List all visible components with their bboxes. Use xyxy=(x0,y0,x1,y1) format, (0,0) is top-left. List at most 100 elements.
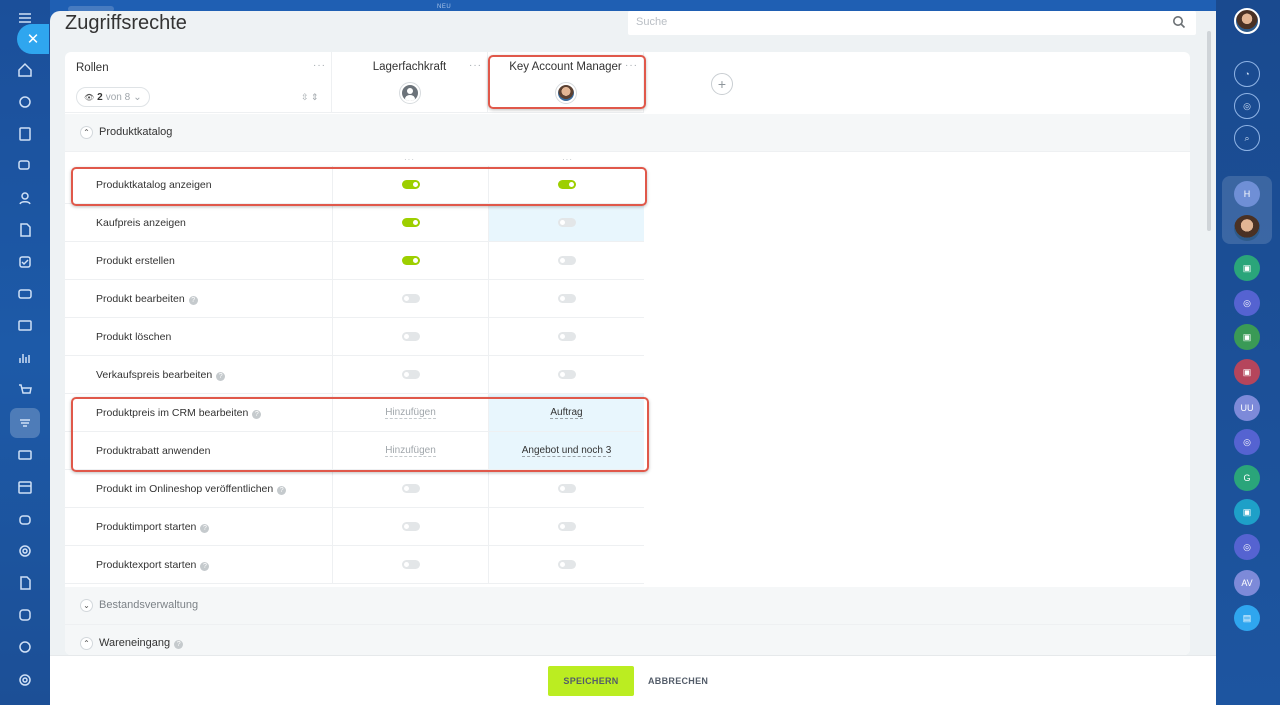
sales-icon[interactable] xyxy=(13,635,37,659)
target-icon[interactable] xyxy=(13,539,37,563)
chat-avatar-av[interactable]: AV xyxy=(1234,570,1260,596)
toggle-off[interactable] xyxy=(401,370,420,379)
section-wareneingang[interactable]: ⌃ Wareneingang? xyxy=(65,625,1190,655)
add-role-button[interactable]: + xyxy=(711,73,733,95)
document-icon[interactable] xyxy=(13,218,37,242)
toggle-off[interactable] xyxy=(557,218,576,227)
inventory-icon[interactable] xyxy=(13,411,37,435)
cell-lagerfachkraft xyxy=(332,508,488,545)
toggle-off[interactable] xyxy=(401,332,420,341)
cancel-button[interactable]: ABBRECHEN xyxy=(648,666,708,696)
notifications-icon[interactable]: ◔ xyxy=(1234,61,1260,87)
toggle-off[interactable] xyxy=(401,484,420,493)
close-slider-button[interactable]: ✕ xyxy=(17,24,49,54)
toggle-on[interactable] xyxy=(557,180,576,189)
save-button[interactable]: SPEICHERN xyxy=(548,666,634,696)
lock-chat-icon[interactable]: ▣ xyxy=(1234,255,1260,281)
permission-row: Produktrabatt anwenden Hinzufügen Angebot … xyxy=(65,432,644,470)
toggle-on[interactable] xyxy=(401,218,420,227)
toggle-off[interactable] xyxy=(557,332,576,341)
add-value-link[interactable]: Hinzufügen xyxy=(385,445,436,457)
chat-icon[interactable] xyxy=(13,154,37,178)
toggle-off[interactable] xyxy=(401,522,420,531)
cell-key-account-manager xyxy=(488,356,644,393)
help-icon[interactable]: ? xyxy=(277,486,287,495)
value-link[interactable]: Auftrag xyxy=(550,407,583,419)
column-more-icon[interactable]: ··· xyxy=(469,60,482,71)
user-photo-avatar[interactable] xyxy=(555,82,577,104)
chat-avatar-g[interactable]: G xyxy=(1234,465,1260,491)
channel-chat-icon[interactable]: ◎ xyxy=(1234,290,1260,316)
toggle-off[interactable] xyxy=(557,522,576,531)
column-section-more-icon[interactable]: ··· xyxy=(404,155,415,164)
toggle-on[interactable] xyxy=(401,256,420,265)
feed-icon[interactable] xyxy=(13,122,37,146)
channel-chat-icon-3[interactable]: ◎ xyxy=(1234,534,1260,560)
column-section-more-icon[interactable]: ··· xyxy=(562,155,573,164)
shop-cart-icon[interactable] xyxy=(13,378,37,402)
toggle-off[interactable] xyxy=(401,294,420,303)
help-icon[interactable]: ? xyxy=(200,524,210,533)
lock-chat-icon-3[interactable]: ▣ xyxy=(1234,359,1260,385)
channel-chat-icon-2[interactable]: ◎ xyxy=(1234,429,1260,455)
help-icon[interactable]: ? xyxy=(188,296,198,305)
calendar-icon[interactable] xyxy=(13,475,37,499)
contacts-icon[interactable] xyxy=(13,186,37,210)
copilot-icon[interactable]: ◎ xyxy=(1234,93,1260,119)
chevron-up-icon[interactable]: ⌃ xyxy=(80,637,93,650)
add-value-link[interactable]: Hinzufügen xyxy=(385,407,436,419)
chat-avatar-h[interactable]: H xyxy=(1234,181,1260,207)
cell-lagerfachkraft: Hinzufügen xyxy=(332,394,488,431)
help-icon[interactable]: ? xyxy=(252,410,262,419)
sync-icon[interactable] xyxy=(13,90,37,114)
help-icon[interactable]: ? xyxy=(174,640,184,649)
sites-icon[interactable] xyxy=(13,314,37,338)
market-icon[interactable] xyxy=(13,603,37,627)
sign-icon[interactable] xyxy=(13,571,37,595)
left-nav-rail: ✕ xyxy=(0,0,50,705)
cell-lagerfachkraft: Hinzufügen xyxy=(332,432,488,469)
analytics-icon[interactable] xyxy=(13,346,37,370)
home-icon[interactable] xyxy=(13,58,37,82)
scrollbar[interactable] xyxy=(1207,31,1211,231)
search-icon[interactable] xyxy=(1172,15,1186,29)
chevron-up-icon[interactable]: ⌃ xyxy=(80,126,93,139)
section-produktkatalog[interactable]: ⌃ Produktkatalog xyxy=(65,114,1190,152)
toggle-off[interactable] xyxy=(557,294,576,303)
user-avatar[interactable] xyxy=(1234,8,1260,34)
toggle-off[interactable] xyxy=(557,484,576,493)
cell-lagerfachkraft xyxy=(332,318,488,355)
lock-chat-icon-4[interactable]: ▣ xyxy=(1234,499,1260,525)
tasks-icon[interactable] xyxy=(13,250,37,274)
crm-icon[interactable] xyxy=(13,282,37,306)
search-chat-icon[interactable]: ⌕ xyxy=(1234,125,1260,151)
help-icon[interactable]: ? xyxy=(200,562,210,571)
robot-icon[interactable] xyxy=(13,507,37,531)
value-link[interactable]: Angebot und noch 3 xyxy=(521,445,612,457)
chat-avatar-photo[interactable] xyxy=(1234,215,1260,241)
lock-chat-icon-2[interactable]: ▣ xyxy=(1234,324,1260,350)
column-more-icon[interactable]: ··· xyxy=(625,60,638,71)
chevron-down-icon[interactable]: ⌄ xyxy=(80,599,93,612)
toggle-on[interactable] xyxy=(401,180,420,189)
permission-label: Produktimport starten? xyxy=(96,521,210,533)
chat-avatar-uu[interactable]: UU xyxy=(1234,395,1260,421)
cell-key-account-manager xyxy=(488,242,644,279)
section-bestandsverwaltung[interactable]: ⌄ Bestandsverwaltung xyxy=(65,587,1190,625)
permission-label: Produkt bearbeiten? xyxy=(96,293,198,305)
toggle-off[interactable] xyxy=(557,370,576,379)
settings-icon[interactable] xyxy=(13,668,37,692)
roles-visible-counter[interactable]: 👁 2 von 8 ⌄ xyxy=(76,87,150,107)
open-channel-icon[interactable]: ▤ xyxy=(1234,605,1260,631)
default-user-icon[interactable] xyxy=(399,82,421,104)
toggle-off[interactable] xyxy=(401,560,420,569)
roles-more-icon[interactable]: ··· xyxy=(313,60,326,71)
marketing-icon[interactable] xyxy=(13,443,37,467)
search-input[interactable]: Suche xyxy=(628,11,1196,35)
toggle-off[interactable] xyxy=(557,256,576,265)
permission-row: Kaufpreis anzeigen xyxy=(65,204,644,242)
collapse-expand-icon[interactable]: ⇳ ⇕ xyxy=(301,92,319,103)
cell-key-account-manager xyxy=(488,546,644,583)
help-icon[interactable]: ? xyxy=(216,372,226,381)
toggle-off[interactable] xyxy=(557,560,576,569)
